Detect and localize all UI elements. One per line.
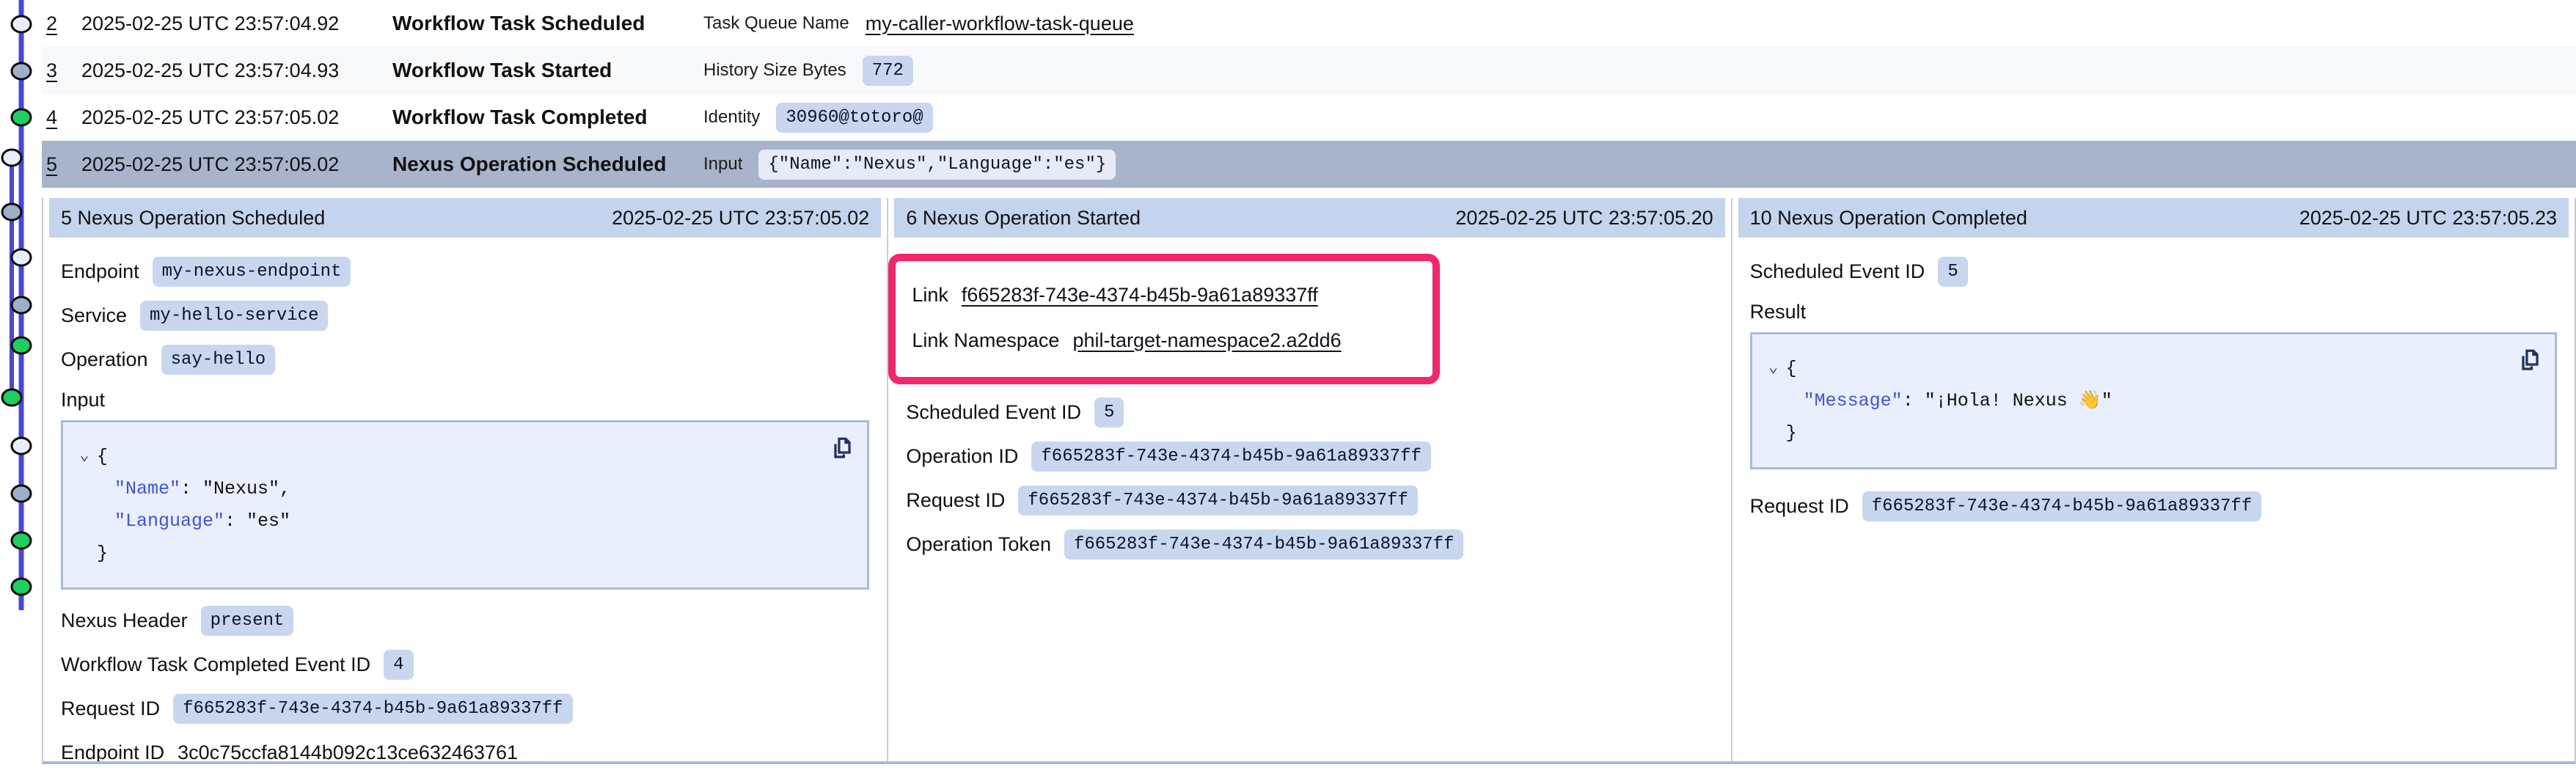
json-key: "Language": [114, 510, 224, 532]
panel-nexus-operation-started: 6 Nexus Operation Started 2025-02-25 UTC…: [887, 198, 1730, 761]
panel-timestamp: 2025-02-25 UTC 23:57:05.23: [2299, 207, 2557, 230]
timeline-node[interactable]: [12, 337, 31, 353]
field-link: Link f665283f-743e-4374-b45b-9a61a89337f…: [912, 279, 1418, 311]
panel-title: 5 Nexus Operation Scheduled: [61, 207, 325, 230]
event-detail-label: Identity: [703, 107, 760, 128]
field-endpoint: Endpoint my-nexus-endpoint: [61, 255, 869, 287]
json-key: "Message": [1804, 390, 1903, 411]
event-detail-panels: 5 Nexus Operation Scheduled 2025-02-25 U…: [42, 198, 2576, 764]
field-request-id: Request ID f665283f-743e-4374-b45b-9a61a…: [906, 484, 1713, 516]
json-value: "¡Hola! Nexus 👋": [1925, 390, 2112, 411]
panel-title: 6 Nexus Operation Started: [906, 207, 1141, 230]
event-id-link[interactable]: 2: [42, 12, 81, 35]
link-value-link[interactable]: f665283f-743e-4374-b45b-9a61a89337ff: [962, 284, 1318, 307]
field-operation-id: Operation ID f665283f-743e-4374-b45b-9a6…: [906, 440, 1713, 472]
event-title: Workflow Task Scheduled: [392, 12, 703, 35]
event-detail-label: Input: [703, 154, 742, 175]
timeline-node[interactable]: [12, 16, 31, 32]
field-scheduled-event-id: Scheduled Event ID 5: [1750, 255, 2557, 287]
timeline-node[interactable]: [2, 389, 21, 406]
panel-header: 5 Nexus Operation Scheduled 2025-02-25 U…: [49, 198, 881, 238]
request-id-badge: f665283f-743e-4374-b45b-9a61a89337ff: [1018, 486, 1417, 516]
field-operation-token: Operation Token f665283f-743e-4374-b45b-…: [906, 528, 1713, 560]
panel-nexus-operation-completed: 10 Nexus Operation Completed 2025-02-25 …: [1731, 198, 2575, 761]
timeline-node[interactable]: [2, 204, 21, 220]
json-value: "Nexus",: [202, 478, 290, 499]
field-operation: Operation say-hello: [61, 343, 869, 375]
identity-badge: 30960@totoro@: [776, 103, 932, 133]
table-row-event-3[interactable]: 3 2025-02-25 UTC 23:57:04.93 Workflow Ta…: [42, 47, 2576, 94]
link-highlight-box: Link f665283f-743e-4374-b45b-9a61a89337f…: [888, 254, 1440, 384]
panel-header: 6 Nexus Operation Started 2025-02-25 UTC…: [894, 198, 1724, 238]
event-timestamp: 2025-02-25 UTC 23:57:04.93: [81, 59, 392, 82]
event-title: Workflow Task Started: [392, 59, 703, 82]
field-service: Service my-hello-service: [61, 299, 869, 331]
event-id-link[interactable]: 3: [42, 59, 81, 82]
event-history-rows: 2 2025-02-25 UTC 23:57:04.92 Workflow Ta…: [42, 0, 2576, 188]
timeline-node[interactable]: [12, 579, 31, 595]
workflow-history-view: 2 2025-02-25 UTC 23:57:04.92 Workflow Ta…: [0, 0, 2576, 773]
wtc-event-id-badge: 4: [384, 650, 413, 680]
result-json-viewer: ⌄{ "Message": "¡Hola! Nexus 👋" }: [1750, 332, 2557, 469]
endpoint-id-link[interactable]: 3c0c75ccfa8144b092c13ce632463761: [178, 741, 518, 762]
event-detail-label: Task Queue Name: [703, 13, 849, 34]
field-scheduled-event-id: Scheduled Event ID 5: [906, 396, 1713, 428]
result-section-label: Result: [1750, 301, 2557, 323]
history-size-badge: 772: [863, 56, 913, 86]
scheduled-event-id-badge: 5: [1094, 398, 1124, 428]
request-id-badge: f665283f-743e-4374-b45b-9a61a89337ff: [173, 694, 572, 724]
field-link-namespace: Link Namespace phil-target-namespace2.a2…: [912, 324, 1418, 356]
panel-timestamp: 2025-02-25 UTC 23:57:05.20: [1455, 207, 1713, 230]
timeline-node[interactable]: [2, 150, 21, 166]
input-json-viewer: ⌄{ "Name": "Nexus", "Language": "es" }: [61, 420, 869, 590]
operation-id-badge: f665283f-743e-4374-b45b-9a61a89337ff: [1031, 442, 1430, 472]
input-section-label: Input: [61, 389, 869, 411]
field-wtc-event-id: Workflow Task Completed Event ID 4: [61, 648, 869, 681]
copy-icon[interactable]: [2517, 346, 2543, 374]
timeline-node[interactable]: [12, 532, 31, 549]
field-request-id: Request ID f665283f-743e-4374-b45b-9a61a…: [61, 692, 869, 725]
collapse-chevron-icon[interactable]: ⌄: [72, 440, 97, 472]
service-badge: my-hello-service: [140, 301, 328, 331]
operation-badge: say-hello: [161, 345, 276, 375]
field-endpoint-id: Endpoint ID 3c0c75ccfa8144b092c13ce63246…: [61, 736, 869, 761]
link-namespace-link[interactable]: phil-target-namespace2.a2dd6: [1072, 329, 1341, 352]
panel-title: 10 Nexus Operation Completed: [1750, 207, 2027, 230]
field-nexus-header: Nexus Header present: [61, 604, 869, 637]
field-request-id: Request ID f665283f-743e-4374-b45b-9a61a…: [1750, 490, 2557, 522]
event-timestamp: 2025-02-25 UTC 23:57:04.92: [81, 12, 392, 35]
event-timestamp: 2025-02-25 UTC 23:57:05.02: [81, 153, 392, 176]
timeline-node[interactable]: [12, 109, 31, 125]
nexus-header-badge: present: [201, 606, 294, 636]
timeline-node[interactable]: [12, 297, 31, 313]
timeline-node[interactable]: [12, 486, 31, 502]
timeline-node[interactable]: [12, 438, 31, 454]
event-timestamp: 2025-02-25 UTC 23:57:05.02: [81, 106, 392, 129]
event-detail-label: History Size Bytes: [703, 60, 846, 81]
panel-nexus-operation-scheduled: 5 Nexus Operation Scheduled 2025-02-25 U…: [43, 198, 887, 761]
endpoint-badge: my-nexus-endpoint: [153, 257, 351, 287]
event-title: Nexus Operation Scheduled: [392, 153, 703, 176]
scheduled-event-id-badge: 5: [1938, 257, 1967, 287]
event-id-link[interactable]: 5: [42, 153, 81, 176]
request-id-badge: f665283f-743e-4374-b45b-9a61a89337ff: [1862, 491, 2261, 521]
json-key: "Name": [114, 478, 180, 499]
copy-icon[interactable]: [829, 434, 855, 462]
event-id-link[interactable]: 4: [42, 106, 81, 129]
event-timeline-graph: [0, 0, 41, 773]
table-row-event-4[interactable]: 4 2025-02-25 UTC 23:57:05.02 Workflow Ta…: [42, 94, 2576, 141]
timeline-node[interactable]: [12, 63, 31, 79]
json-value: "es": [246, 510, 290, 532]
panel-header: 10 Nexus Operation Completed 2025-02-25 …: [1738, 198, 2569, 238]
table-row-event-2[interactable]: 2 2025-02-25 UTC 23:57:04.92 Workflow Ta…: [42, 0, 2576, 47]
timeline-node[interactable]: [12, 249, 31, 265]
operation-token-badge: f665283f-743e-4374-b45b-9a61a89337ff: [1064, 530, 1463, 560]
collapse-chevron-icon[interactable]: ⌄: [1761, 352, 1786, 384]
event-title: Workflow Task Completed: [392, 106, 703, 129]
table-row-event-5-selected[interactable]: 5 2025-02-25 UTC 23:57:05.02 Nexus Opera…: [42, 141, 2576, 188]
panel-timestamp: 2025-02-25 UTC 23:57:05.02: [612, 207, 869, 230]
input-badge: {"Name":"Nexus","Language":"es"}: [758, 150, 1116, 180]
task-queue-link[interactable]: my-caller-workflow-task-queue: [866, 12, 1134, 35]
